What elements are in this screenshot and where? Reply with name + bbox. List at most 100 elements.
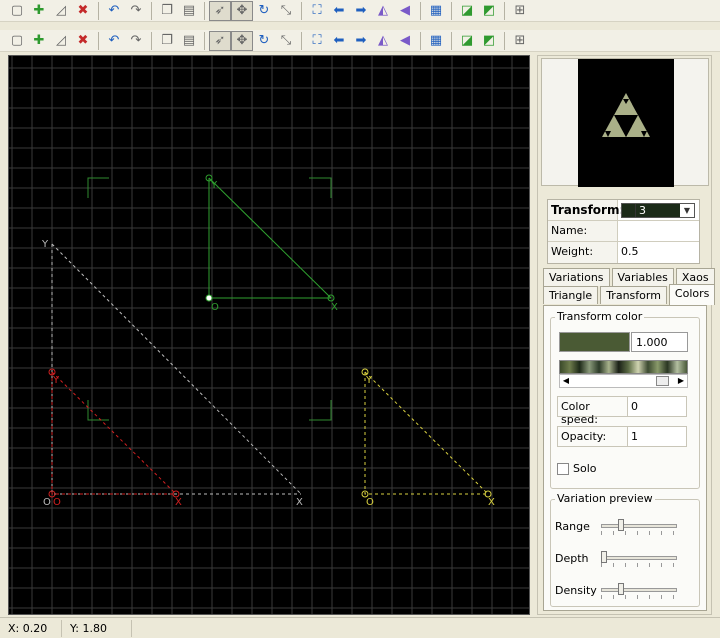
flip-horizontal-icon: ◭ [378, 3, 388, 18]
tab-row-2: Triangle Transform Colors [543, 284, 717, 305]
transform-color-swatch[interactable] [559, 332, 630, 352]
select-mode-button[interactable]: ➶ [209, 0, 231, 21]
paste-icon: ▤ [182, 33, 196, 48]
redo-icon: ↷ [130, 3, 142, 18]
flip-vertical-button[interactable]: ◀ [394, 1, 416, 21]
tab-variables[interactable]: Variables [611, 268, 674, 286]
depth-slider[interactable] [601, 550, 677, 567]
add-transform-button[interactable]: ✚ [28, 31, 50, 51]
depth-slider-knob[interactable] [601, 551, 607, 563]
undo-button[interactable]: ↶ [103, 1, 125, 21]
paste-button[interactable]: ▤ [178, 1, 200, 21]
transform-color-group: Transform color 1.000 ◀ ▶ Color speed: 0… [550, 310, 700, 489]
flip-horizontal-button[interactable]: ◭ [372, 31, 394, 51]
rotate-right-button[interactable]: ➡ [350, 31, 372, 51]
color-speed-row: Color speed: 0 [557, 396, 687, 426]
chevron-down-icon[interactable]: ▼ [680, 206, 694, 215]
scale-mode-button[interactable]: ⤡ [275, 1, 297, 21]
flip-horizontal-icon: ◭ [378, 33, 388, 48]
toolbar-separator [301, 1, 302, 20]
paste-button[interactable]: ▤ [178, 31, 200, 51]
post-transform-reset-button[interactable]: ◩ [478, 1, 500, 21]
duplicate-button[interactable]: ◿ [50, 31, 72, 51]
grid-button[interactable]: ▦ [425, 1, 447, 21]
post-transform-button[interactable]: ◪ [456, 1, 478, 21]
grid-button[interactable]: ▦ [425, 31, 447, 51]
solo-checkbox-row[interactable]: Solo [557, 462, 597, 475]
density-slider-knob[interactable] [618, 583, 624, 595]
rotate-mode-button[interactable]: ↻ [253, 1, 275, 21]
transform-selector[interactable]: 3 ▼ [621, 203, 695, 218]
depth-slider-row: Depth [555, 550, 677, 567]
color-speed-field[interactable]: 0 [628, 397, 686, 416]
duplicate-button[interactable]: ◿ [50, 1, 72, 21]
flip-horizontal-button[interactable]: ◭ [372, 1, 394, 21]
color-scrollbar[interactable]: ◀ ▶ [559, 374, 688, 388]
rotate-mode-button[interactable]: ↻ [253, 31, 275, 51]
fit-view-button[interactable]: ⛶ [306, 1, 328, 21]
copy-button[interactable]: ❐ [156, 1, 178, 21]
toolbar-separator [98, 1, 99, 20]
toolbar-separator [504, 1, 505, 20]
toolbar-separator [98, 31, 99, 50]
reference-y-label: Y [41, 239, 49, 250]
scroll-thumb[interactable] [656, 376, 669, 386]
tab-colors[interactable]: Colors [668, 284, 716, 305]
yellow-y-label: Y [365, 375, 373, 386]
tab-variations[interactable]: Variations [543, 268, 610, 286]
add-transform-button[interactable]: ✚ [28, 1, 50, 21]
axis-lock-icon: ⊞ [514, 33, 526, 48]
triangle-editor-canvas[interactable]: Y X O Y X O Y X O Y X O [8, 55, 530, 615]
delete-transform-icon: ✖ [77, 33, 89, 48]
color-gradient-bar[interactable] [559, 360, 688, 374]
density-slider[interactable] [601, 582, 677, 599]
scroll-left-icon[interactable]: ◀ [560, 375, 572, 387]
range-label: Range [555, 519, 590, 533]
red-o-label: O [53, 497, 61, 508]
flip-vertical-icon: ◀ [400, 3, 410, 18]
opacity-field[interactable]: 1 [628, 427, 686, 446]
new-button[interactable]: ▢ [6, 1, 28, 21]
transform-color-icon [622, 204, 636, 217]
delete-transform-button[interactable]: ✖ [72, 1, 94, 21]
copy-icon: ❐ [161, 33, 173, 48]
undo-button[interactable]: ↶ [103, 31, 125, 51]
tab-triangle[interactable]: Triangle [543, 286, 599, 304]
rotate-right-button[interactable]: ➡ [350, 1, 372, 21]
post-transform-reset-button[interactable]: ◩ [478, 31, 500, 51]
red-triangle-hypotenuse [51, 371, 177, 495]
flip-vertical-button[interactable]: ◀ [394, 31, 416, 51]
scale-mode-button[interactable]: ⤡ [275, 31, 297, 51]
status-x-coordinate: X: 0.20 [0, 619, 62, 637]
axis-lock-button[interactable]: ⊞ [509, 31, 531, 51]
rotate-left-button[interactable]: ⬅ [328, 1, 350, 21]
range-slider[interactable] [601, 518, 677, 535]
transform-color-value[interactable]: 1.000 [631, 332, 688, 352]
redo-button[interactable]: ↷ [125, 31, 147, 51]
tab-transform[interactable]: Transform [600, 286, 667, 304]
range-slider-knob[interactable] [618, 519, 624, 531]
axis-lock-button[interactable]: ⊞ [509, 1, 531, 21]
move-mode-button[interactable]: ✥ [231, 30, 253, 51]
fit-view-button[interactable]: ⛶ [306, 31, 328, 51]
move-mode-button[interactable]: ✥ [231, 0, 253, 21]
add-transform-icon: ✚ [33, 3, 45, 18]
new-button[interactable]: ▢ [6, 31, 28, 51]
solo-label: Solo [573, 462, 597, 475]
weight-field[interactable]: 0.5 [618, 242, 699, 263]
delete-transform-button[interactable]: ✖ [72, 31, 94, 51]
select-mode-button[interactable]: ➶ [209, 30, 231, 51]
toolbar-gap [0, 22, 720, 30]
rotate-left-button[interactable]: ⬅ [328, 31, 350, 51]
scroll-right-icon[interactable]: ▶ [675, 375, 687, 387]
post-transform-button[interactable]: ◪ [456, 31, 478, 51]
copy-button[interactable]: ❐ [156, 31, 178, 51]
toolbar-separator [420, 31, 421, 50]
redo-button[interactable]: ↷ [125, 1, 147, 21]
post-transform-icon: ◪ [460, 3, 474, 18]
solo-checkbox[interactable] [557, 462, 569, 475]
name-field[interactable] [618, 221, 699, 241]
colors-tab-pane: Transform color 1.000 ◀ ▶ Color speed: 0… [543, 305, 707, 611]
transform-selector-value: 3 [636, 204, 680, 217]
triangle-editor-svg[interactable]: Y X O Y X O Y X O Y X O [9, 56, 530, 615]
